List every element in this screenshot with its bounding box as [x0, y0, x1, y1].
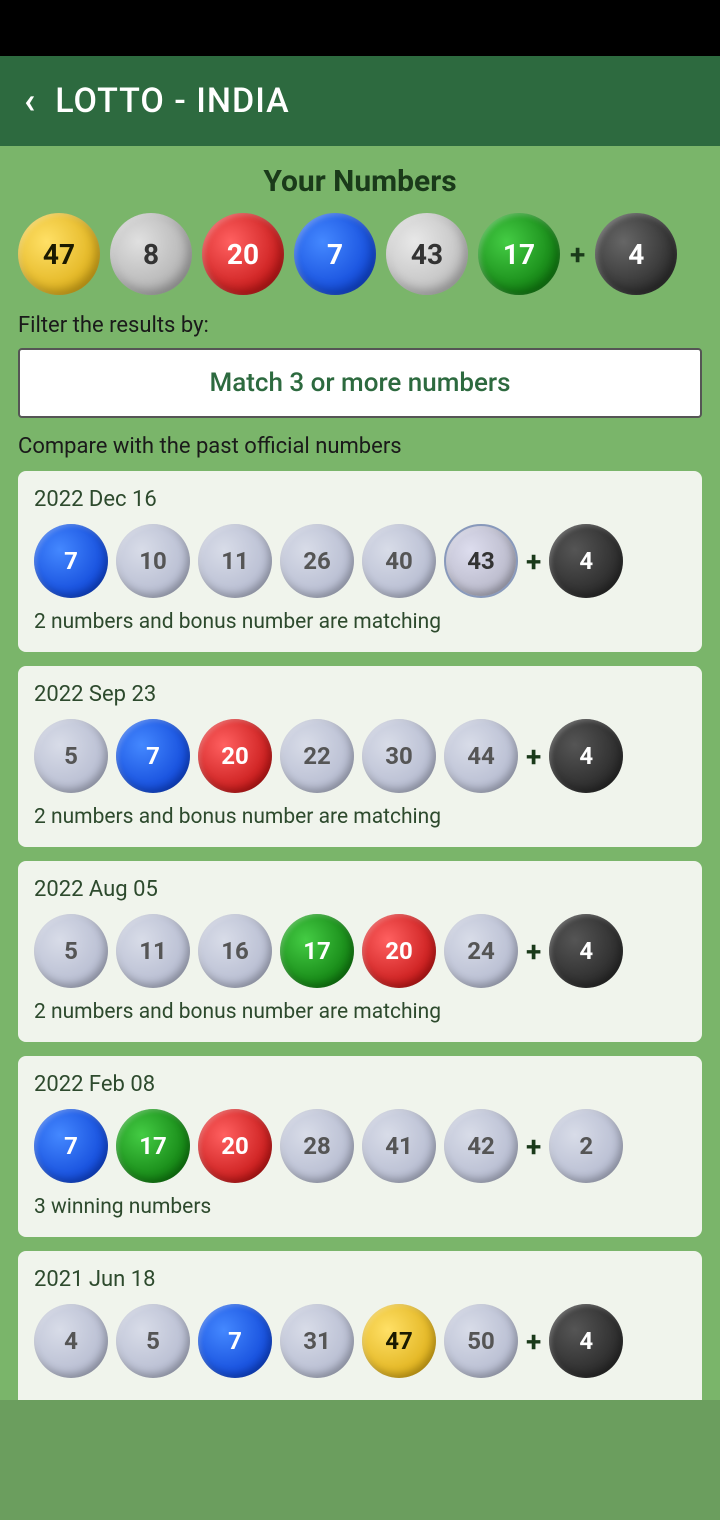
result-ball-7d: 7 [198, 1304, 272, 1378]
result-date-2: 2022 Sep 23 [34, 682, 686, 707]
your-ball-43: 43 [386, 213, 468, 295]
result-balls-5: 4 5 7 31 47 50 + 4 [34, 1304, 686, 1378]
header-title: LOTTO - INDIA [55, 81, 289, 121]
result-ball-26: 26 [280, 524, 354, 598]
filter-value: Match 3 or more numbers [210, 368, 511, 398]
result-ball-20c: 20 [198, 1109, 272, 1183]
plus-icon-5: + [526, 1325, 541, 1358]
filter-label: Filter the results by: [18, 313, 702, 338]
your-ball-20: 20 [202, 213, 284, 295]
header: ‹ LOTTO - INDIA [0, 56, 720, 146]
compare-label: Compare with the past official numbers [18, 434, 702, 459]
result-ball-11b: 11 [116, 914, 190, 988]
result-date-3: 2022 Aug 05 [34, 877, 686, 902]
match-text-3: 2 numbers and bonus number are matching [34, 1000, 686, 1024]
result-card-3: 2022 Aug 05 5 11 16 17 20 24 + 4 2 numbe… [18, 861, 702, 1042]
filter-box[interactable]: Match 3 or more numbers [18, 348, 702, 418]
back-button[interactable]: ‹ [24, 83, 35, 119]
result-bonus-4: 4 [549, 524, 623, 598]
result-balls-3: 5 11 16 17 20 24 + 4 [34, 914, 686, 988]
result-bonus-4c: 4 [549, 914, 623, 988]
result-ball-24: 24 [444, 914, 518, 988]
result-ball-50: 50 [444, 1304, 518, 1378]
result-ball-43: 43 [444, 524, 518, 598]
match-text-1: 2 numbers and bonus number are matching [34, 610, 686, 634]
result-bonus-4b: 4 [549, 719, 623, 793]
plus-icon-1: + [526, 545, 541, 578]
main-content: Your Numbers 47 8 20 7 43 17 + 4 Filter … [0, 146, 720, 1400]
result-ball-28: 28 [280, 1109, 354, 1183]
result-ball-20: 20 [198, 719, 272, 793]
plus-icon-3: + [526, 935, 541, 968]
result-ball-30: 30 [362, 719, 436, 793]
result-bonus-2: 2 [549, 1109, 623, 1183]
result-balls-1: 7 10 11 26 40 43 + 4 [34, 524, 686, 598]
result-card-2: 2022 Sep 23 5 7 20 22 30 44 + 4 2 number… [18, 666, 702, 847]
your-ball-8: 8 [110, 213, 192, 295]
result-ball-41: 41 [362, 1109, 436, 1183]
your-ball-17: 17 [478, 213, 560, 295]
filter-section: Filter the results by: Match 3 or more n… [18, 313, 702, 418]
result-balls-2: 5 7 20 22 30 44 + 4 [34, 719, 686, 793]
plus-icon-2: + [526, 740, 541, 773]
result-ball-16: 16 [198, 914, 272, 988]
your-numbers-balls: 47 8 20 7 43 17 + 4 [18, 213, 702, 295]
result-card-5: 2021 Jun 18 4 5 7 31 47 50 + 4 [18, 1251, 702, 1400]
result-card-4: 2022 Feb 08 7 17 20 28 41 42 + 2 3 winni… [18, 1056, 702, 1237]
result-ball-11: 11 [198, 524, 272, 598]
result-ball-47: 47 [362, 1304, 436, 1378]
result-card-1: 2022 Dec 16 7 10 11 26 40 43 + 4 2 numbe… [18, 471, 702, 652]
result-date-5: 2021 Jun 18 [34, 1267, 686, 1292]
result-ball-44: 44 [444, 719, 518, 793]
result-ball-4: 4 [34, 1304, 108, 1378]
result-ball-7b: 7 [116, 719, 190, 793]
result-ball-42: 42 [444, 1109, 518, 1183]
result-ball-22: 22 [280, 719, 354, 793]
match-text-4: 3 winning numbers [34, 1195, 686, 1219]
your-bonus-4: 4 [595, 213, 677, 295]
result-ball-5b: 5 [34, 914, 108, 988]
result-ball-7c: 7 [34, 1109, 108, 1183]
result-ball-7: 7 [34, 524, 108, 598]
result-ball-20b: 20 [362, 914, 436, 988]
result-ball-5: 5 [34, 719, 108, 793]
result-date-1: 2022 Dec 16 [34, 487, 686, 512]
your-ball-7: 7 [294, 213, 376, 295]
result-ball-31: 31 [280, 1304, 354, 1378]
your-numbers-section: Your Numbers 47 8 20 7 43 17 + 4 [18, 164, 702, 295]
result-ball-10: 10 [116, 524, 190, 598]
plus-icon-4: + [526, 1130, 541, 1163]
result-date-4: 2022 Feb 08 [34, 1072, 686, 1097]
your-ball-47: 47 [18, 213, 100, 295]
result-bonus-4d: 4 [549, 1304, 623, 1378]
result-ball-17b: 17 [116, 1109, 190, 1183]
result-ball-40: 40 [362, 524, 436, 598]
plus-icon: + [570, 238, 585, 271]
result-ball-5c: 5 [116, 1304, 190, 1378]
result-ball-17: 17 [280, 914, 354, 988]
status-bar [0, 0, 720, 56]
match-text-2: 2 numbers and bonus number are matching [34, 805, 686, 829]
your-numbers-label: Your Numbers [18, 164, 702, 199]
result-balls-4: 7 17 20 28 41 42 + 2 [34, 1109, 686, 1183]
